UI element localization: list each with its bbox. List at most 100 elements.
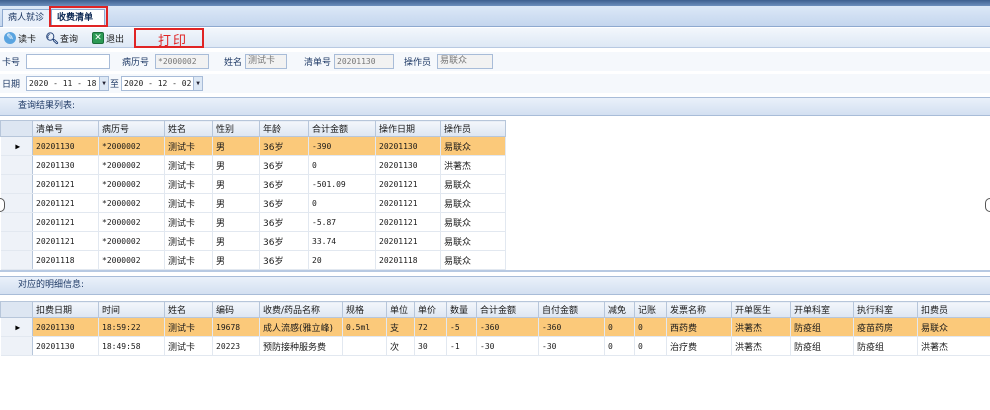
column-header[interactable]: 操作日期 [375, 120, 441, 137]
detail-cell[interactable] [342, 336, 387, 356]
name-field[interactable]: 测试卡 [245, 54, 287, 69]
detail-cell[interactable]: 20223 [212, 336, 260, 356]
result-row[interactable]: 20201121 *2000002 测试卡男 36岁 -501.09 20201121 易联… [0, 174, 506, 194]
result-cell[interactable]: 0 [308, 155, 376, 175]
column-header[interactable]: 规格 [342, 301, 387, 318]
column-header[interactable]: 姓名 [164, 120, 213, 137]
column-header[interactable]: 开单科室 [790, 301, 854, 318]
column-header[interactable]: 合计金额 [308, 120, 376, 137]
chevron-down-icon[interactable]: ▼ [99, 77, 108, 90]
result-cell[interactable]: 36岁 [259, 155, 309, 175]
detail-cell[interactable]: 测试卡 [164, 317, 213, 337]
detail-cell[interactable]: 防疫组 [790, 317, 854, 337]
result-cell[interactable]: 20201121 [32, 193, 99, 213]
query-button[interactable]: 🔍︎ 查询 [45, 31, 78, 45]
result-cell[interactable]: 男 [212, 250, 260, 270]
row-indicator[interactable] [0, 212, 33, 232]
detail-cell[interactable]: 18:49:58 [98, 336, 165, 356]
date-to-picker[interactable]: 2020 - 12 - 02 ▼ [121, 76, 203, 91]
result-cell[interactable]: *2000002 [98, 250, 165, 270]
result-cell[interactable]: 36岁 [259, 212, 309, 232]
result-cell[interactable]: -501.09 [308, 174, 376, 194]
result-cell[interactable]: *2000002 [98, 136, 165, 156]
tab-patient-visit[interactable]: 病人就诊 [2, 9, 50, 27]
detail-cell[interactable]: -360 [538, 317, 605, 337]
result-cell[interactable]: 36岁 [259, 250, 309, 270]
column-header[interactable]: 扣费员 [917, 301, 990, 318]
result-cell[interactable]: 36岁 [259, 136, 309, 156]
result-cell[interactable]: 男 [212, 136, 260, 156]
result-cell[interactable]: 36岁 [259, 174, 309, 194]
column-header[interactable]: 姓名 [164, 301, 213, 318]
result-cell[interactable]: 测试卡 [164, 231, 213, 251]
result-cell[interactable]: 男 [212, 193, 260, 213]
detail-cell[interactable]: 次 [386, 336, 415, 356]
result-cell[interactable]: -5.87 [308, 212, 376, 232]
result-cell[interactable]: 0 [308, 193, 376, 213]
result-cell[interactable]: 20201121 [375, 231, 441, 251]
detail-cell[interactable]: 疫苗药房 [853, 317, 918, 337]
result-cell[interactable]: -390 [308, 136, 376, 156]
column-header[interactable]: 自付金额 [538, 301, 605, 318]
detail-cell[interactable]: -30 [476, 336, 539, 356]
detail-cell[interactable]: 成人流感(雅立峰) [259, 317, 343, 337]
result-cell[interactable]: 20201121 [32, 212, 99, 232]
result-cell[interactable]: 易联众 [440, 174, 506, 194]
detail-cell[interactable]: 易联众 [917, 317, 990, 337]
row-indicator[interactable] [0, 155, 33, 175]
result-cell[interactable]: 20201130 [375, 136, 441, 156]
row-indicator[interactable]: ▶ [0, 317, 33, 337]
detail-cell[interactable]: 防疫组 [853, 336, 918, 356]
result-cell[interactable]: 20201121 [375, 212, 441, 232]
column-header[interactable]: 单位 [386, 301, 415, 318]
result-cell[interactable]: *2000002 [98, 231, 165, 251]
detail-cell[interactable]: 预防接种服务费 [259, 336, 343, 356]
detail-cell[interactable]: 测试卡 [164, 336, 213, 356]
detail-cell[interactable]: -30 [538, 336, 605, 356]
detail-cell[interactable]: 19678 [212, 317, 260, 337]
column-header[interactable]: 单价 [414, 301, 447, 318]
column-header[interactable]: 性别 [212, 120, 260, 137]
column-header[interactable]: 合计金额 [476, 301, 539, 318]
detail-cell[interactable]: 20201130 [32, 336, 99, 356]
row-indicator[interactable] [0, 336, 33, 356]
column-header[interactable]: 收费/药品名称 [259, 301, 343, 318]
column-header[interactable]: 扣费日期 [32, 301, 99, 318]
result-cell[interactable]: 20201130 [375, 155, 441, 175]
column-header[interactable]: 编码 [212, 301, 260, 318]
column-header[interactable]: 执行科室 [853, 301, 918, 318]
detail-cell[interactable]: -1 [446, 336, 477, 356]
detail-cell[interactable]: 20201130 [32, 317, 99, 337]
detail-cell[interactable]: 30 [414, 336, 447, 356]
result-cell[interactable]: 20201118 [32, 250, 99, 270]
result-cell[interactable]: 20201130 [32, 155, 99, 175]
column-header[interactable]: 减免 [604, 301, 635, 318]
result-cell[interactable]: 测试卡 [164, 193, 213, 213]
pane-divider[interactable] [0, 270, 990, 272]
exit-button[interactable]: ✕ 退出 [92, 31, 124, 45]
date-from-picker[interactable]: 2020 - 11 - 18 ▼ [26, 76, 109, 91]
detail-cell[interactable]: 治疗费 [666, 336, 732, 356]
result-cell[interactable]: 20201121 [32, 174, 99, 194]
result-cell[interactable]: 易联众 [440, 250, 506, 270]
horizontal-scroll-right[interactable] [985, 198, 990, 212]
detail-row[interactable]: 20201130 18:49:58 测试卡 20223 预防接种服务费次 30 -1 -30-… [0, 336, 990, 356]
result-cell[interactable]: *2000002 [98, 155, 165, 175]
result-cell[interactable]: 20201121 [375, 193, 441, 213]
detail-cell[interactable]: 72 [414, 317, 447, 337]
result-cell[interactable]: 易联众 [440, 193, 506, 213]
column-header[interactable]: 时间 [98, 301, 165, 318]
result-cell[interactable]: 易联众 [440, 212, 506, 232]
column-header[interactable]: 病历号 [98, 120, 165, 137]
detail-cell[interactable]: 18:59:22 [98, 317, 165, 337]
row-indicator[interactable]: ▶ [0, 136, 33, 156]
row-indicator[interactable] [0, 231, 33, 251]
result-cell[interactable]: 测试卡 [164, 155, 213, 175]
result-cell[interactable]: 36岁 [259, 193, 309, 213]
result-cell[interactable]: 男 [212, 174, 260, 194]
operator-field[interactable]: 易联众 [437, 54, 493, 69]
result-cell[interactable]: 易联众 [440, 136, 506, 156]
record-no-field[interactable]: *2000002 [155, 54, 209, 69]
result-row[interactable]: 20201121 *2000002 测试卡男 36岁 33.74 20201121 易联众 [0, 231, 506, 251]
detail-cell[interactable]: 支 [386, 317, 415, 337]
